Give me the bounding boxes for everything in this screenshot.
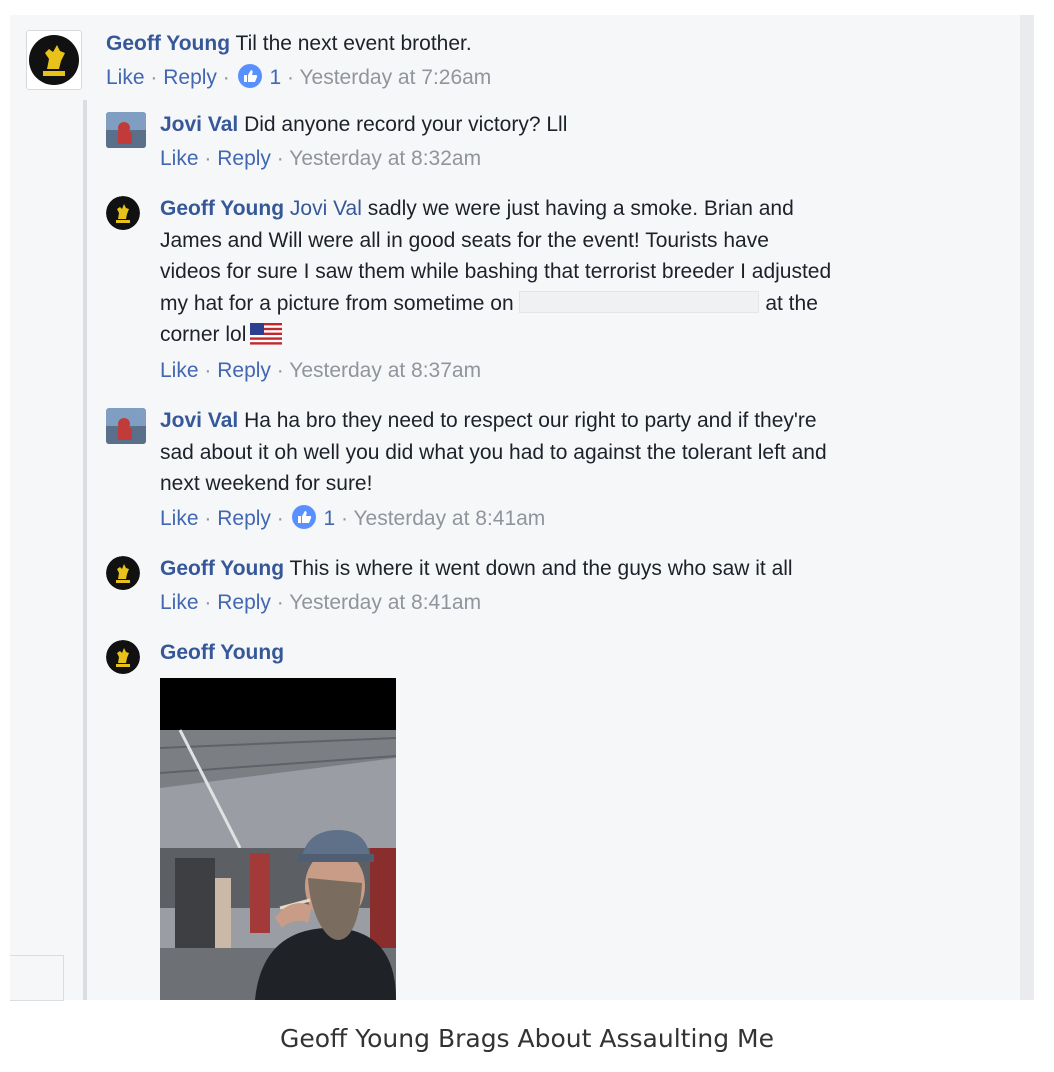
jovi-val-avatar[interactable]	[106, 112, 146, 148]
comment-author[interactable]: Jovi Val	[160, 113, 238, 136]
comment-2: Jovi Val Did anyone record your victory?…	[160, 109, 980, 141]
timestamp[interactable]: Yesterday at 8:41am	[353, 507, 545, 530]
comment-3-actions: Like · Reply · Yesterday at 8:37am	[160, 357, 481, 385]
thumbs-up-icon[interactable]	[291, 505, 316, 529]
like-link[interactable]: Like	[160, 359, 199, 382]
reply-link[interactable]: Reply	[217, 591, 271, 614]
reply-link[interactable]: Reply	[217, 507, 271, 530]
comment-text-line: at the	[765, 291, 818, 315]
comment-text-line: sadly we were just having a smoke. Brian…	[367, 197, 794, 220]
comment-author[interactable]: Geoff Young	[160, 641, 284, 664]
separator: ·	[150, 66, 158, 89]
comment-author[interactable]: Geoff Young	[160, 557, 284, 580]
timestamp[interactable]: Yesterday at 7:26am	[299, 66, 491, 89]
comment-text: Til the next event brother.	[235, 32, 472, 55]
timestamp[interactable]: Yesterday at 8:37am	[289, 359, 481, 382]
reply-link[interactable]: Reply	[163, 66, 217, 89]
comment-text: Did anyone record your victory? Lll	[244, 113, 568, 136]
comment-1-actions: Like · Reply · 1 · Yesterday at 7:26am	[106, 64, 491, 92]
timestamp[interactable]: Yesterday at 8:41am	[289, 591, 481, 614]
comment-2-actions: Like · Reply · Yesterday at 8:32am	[160, 145, 481, 173]
geoff-young-avatar[interactable]	[106, 640, 140, 674]
comment-text-line: Ha ha bro they need to respect our right…	[244, 409, 817, 432]
separator: ·	[204, 359, 212, 382]
separator: ·	[204, 591, 212, 614]
comment-text-line: my hat for a picture from sometime on	[160, 291, 514, 315]
comment-text-line: James and Will were all in good seats fo…	[160, 228, 769, 252]
separator: ·	[276, 359, 284, 382]
comment-1: Geoff Young Til the next event brother.	[106, 28, 986, 60]
like-link[interactable]: Like	[160, 507, 199, 530]
geoff-young-avatar[interactable]	[26, 30, 82, 90]
separator: ·	[276, 507, 284, 530]
scrollbar[interactable]	[1020, 15, 1034, 1000]
like-link[interactable]: Like	[160, 591, 199, 614]
comment-text: This is where it went down and the guys …	[289, 557, 793, 580]
comment-text-line: next weekend for sure!	[160, 472, 373, 495]
separator: ·	[276, 591, 284, 614]
separator: ·	[276, 147, 284, 170]
separator: ·	[340, 507, 348, 530]
separator: ·	[222, 66, 230, 89]
us-flag-icon	[250, 323, 283, 355]
comment-author[interactable]: Jovi Val	[160, 409, 238, 432]
reaction-count[interactable]: 1	[323, 507, 335, 530]
comment-6: Geoff Young	[160, 637, 560, 669]
separator: ·	[204, 507, 212, 530]
left-panel-edge	[10, 955, 64, 1001]
comment-4-actions: Like · Reply · 1 · Yesterday at 8:41am	[160, 505, 545, 533]
mention-link[interactable]: Jovi Val	[290, 197, 362, 220]
separator: ·	[286, 66, 294, 89]
comment-text-line: corner lol	[160, 323, 247, 346]
comment-author[interactable]: Geoff Young	[160, 197, 284, 220]
comment-5-actions: Like · Reply · Yesterday at 8:41am	[160, 589, 481, 617]
comment-author[interactable]: Geoff Young	[106, 32, 230, 55]
separator: ·	[204, 147, 212, 170]
reply-link[interactable]: Reply	[217, 359, 271, 382]
comment-text-line: videos for sure I saw them while bashing…	[160, 260, 832, 283]
comment-photo-attachment[interactable]	[160, 678, 396, 1000]
like-link[interactable]: Like	[160, 147, 199, 170]
reply-thread-line	[83, 100, 87, 1000]
comment-text-line: sad about it oh well you did what you ha…	[160, 440, 827, 464]
reply-link[interactable]: Reply	[217, 147, 271, 170]
like-link[interactable]: Like	[106, 66, 145, 89]
geoff-young-avatar[interactable]	[106, 556, 140, 590]
comment-4: Jovi Val Ha ha bro they need to respect …	[160, 405, 980, 500]
timestamp[interactable]: Yesterday at 8:32am	[289, 147, 481, 170]
comment-3: Geoff Young Jovi Val sadly we were just …	[160, 193, 980, 355]
comment-5: Geoff Young This is where it went down a…	[160, 553, 980, 585]
thumbs-up-icon[interactable]	[237, 64, 262, 88]
geoff-young-avatar[interactable]	[106, 196, 140, 230]
jovi-val-avatar[interactable]	[106, 408, 146, 444]
reaction-count[interactable]: 1	[269, 66, 281, 89]
redacted-text	[519, 290, 760, 313]
image-caption: Geoff Young Brags About Assaulting Me	[279, 1024, 775, 1053]
